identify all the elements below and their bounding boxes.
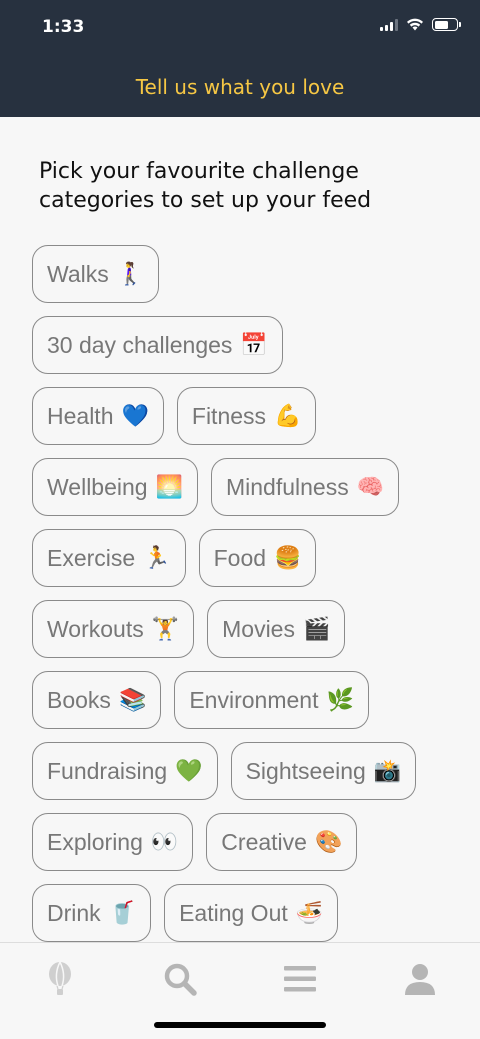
category-emoji-icon: 📸 bbox=[373, 758, 402, 783]
category-chip-sightseeing[interactable]: Sightseeing 📸 bbox=[230, 742, 417, 800]
category-chip-label: Eating Out bbox=[179, 899, 288, 926]
category-emoji-icon: 🍜 bbox=[295, 900, 324, 925]
category-chip-label: Books bbox=[47, 686, 111, 713]
home-indicator bbox=[154, 1022, 326, 1028]
tab-explore[interactable] bbox=[30, 957, 90, 1001]
category-chip-list: Walks 🚶‍♀️ 30 day challenges 📅 Health 💙 Fitnes… bbox=[32, 245, 452, 942]
chip-row: Exploring 👀 Creative 🎨 bbox=[32, 813, 452, 871]
chip-row: Fundraising 💚 Sightseeing 📸 bbox=[32, 742, 452, 800]
category-chip-label: Sightseeing bbox=[245, 757, 366, 784]
category-chip-label: Food bbox=[213, 544, 267, 571]
category-chip-drink[interactable]: Drink 🥤 bbox=[32, 884, 152, 942]
category-chip-label: Walks bbox=[47, 260, 109, 287]
category-chip-label: Fundraising bbox=[47, 757, 168, 784]
search-icon bbox=[164, 963, 197, 996]
category-emoji-icon: 💚 bbox=[175, 758, 203, 783]
chip-row: Books 📚 Environment 🌿 bbox=[32, 671, 452, 729]
tab-search[interactable] bbox=[150, 957, 210, 1001]
category-chip-mindfulness[interactable]: Mindfulness 🧠 bbox=[211, 458, 400, 516]
chip-row: Wellbeing 🌅 Mindfulness 🧠 bbox=[32, 458, 452, 516]
category-chip-label: Drink bbox=[47, 899, 101, 926]
category-emoji-icon: 🏃 bbox=[143, 545, 171, 570]
category-chip-label: Wellbeing bbox=[47, 473, 148, 500]
category-emoji-icon: 🎬 bbox=[302, 616, 331, 641]
category-chip-workouts[interactable]: Workouts 🏋️ bbox=[32, 600, 195, 658]
intro-text: Pick your favourite challenge categories… bbox=[39, 159, 372, 213]
profile-icon bbox=[405, 964, 435, 995]
category-chip-label: Workouts bbox=[47, 615, 144, 642]
status-icons bbox=[380, 18, 461, 31]
category-chip-environment[interactable]: Environment 🌿 bbox=[174, 671, 369, 729]
chip-row: Exercise 🏃 Food 🍔 bbox=[32, 529, 452, 587]
tab-profile[interactable] bbox=[390, 957, 450, 1001]
category-emoji-icon: 🚶‍♀️ bbox=[116, 261, 145, 286]
page-title: Tell us what you love bbox=[135, 75, 345, 99]
wifi-icon bbox=[407, 18, 423, 31]
category-emoji-icon: 🌅 bbox=[155, 474, 183, 499]
category-chip-label: Exercise bbox=[47, 544, 136, 571]
category-emoji-icon: 📚 bbox=[118, 687, 147, 712]
category-chip-exercise[interactable]: Exercise 🏃 bbox=[32, 529, 186, 587]
category-chip-label: Movies bbox=[222, 615, 295, 642]
battery-icon bbox=[432, 18, 461, 31]
cellular-signal-icon bbox=[380, 18, 398, 31]
category-emoji-icon: 🥤 bbox=[108, 900, 137, 925]
category-chip-wellbeing[interactable]: Wellbeing 🌅 bbox=[32, 458, 198, 516]
chip-row: Drink 🥤 Eating Out 🍜 bbox=[32, 884, 452, 942]
category-chip-label: 30 day challenges bbox=[47, 331, 233, 358]
category-emoji-icon: 💪 bbox=[274, 403, 302, 428]
category-chip-creative[interactable]: Creative 🎨 bbox=[206, 813, 358, 871]
category-chip-movies[interactable]: Movies 🎬 bbox=[207, 600, 346, 658]
category-emoji-icon: 🧠 bbox=[356, 474, 385, 499]
category-chip-label: Creative bbox=[221, 828, 307, 855]
category-emoji-icon: 🌿 bbox=[326, 687, 354, 712]
tab-feed[interactable] bbox=[270, 957, 330, 1001]
category-chip-label: Exploring bbox=[47, 828, 143, 855]
category-chip-label: Mindfulness bbox=[226, 473, 349, 500]
chip-row: Health 💙 Fitness 💪 bbox=[32, 387, 452, 445]
category-picker[interactable]: Pick your favourite challenge categories… bbox=[0, 117, 480, 943]
header-bar: 1:33 Tell us what you love bbox=[0, 0, 480, 117]
balloon-icon bbox=[49, 961, 71, 995]
menu-icon bbox=[284, 966, 316, 992]
chip-row: 30 day challenges 📅 bbox=[32, 316, 452, 374]
category-emoji-icon: 🍔 bbox=[274, 545, 302, 570]
category-chip-food[interactable]: Food 🍔 bbox=[198, 529, 317, 587]
category-emoji-icon: 👀 bbox=[150, 829, 179, 854]
category-chip-walks[interactable]: Walks 🚶‍♀️ bbox=[32, 245, 160, 303]
category-emoji-icon: 🏋️ bbox=[151, 616, 180, 641]
category-chip-eating-out[interactable]: Eating Out 🍜 bbox=[164, 884, 339, 942]
category-chip-fitness[interactable]: Fitness 💪 bbox=[176, 387, 317, 445]
category-chip-label: Environment bbox=[189, 686, 319, 713]
category-chip-books[interactable]: Books 📚 bbox=[32, 671, 162, 729]
chip-row: Workouts 🏋️ Movies 🎬 bbox=[32, 600, 452, 658]
category-emoji-icon: 🎨 bbox=[314, 829, 343, 854]
category-chip-label: Health bbox=[47, 402, 114, 429]
category-chip-health[interactable]: Health 💙 bbox=[32, 387, 164, 445]
category-emoji-icon: 💙 bbox=[121, 403, 149, 428]
category-chip-fundraising[interactable]: Fundraising 💚 bbox=[32, 742, 218, 800]
category-chip-exploring[interactable]: Exploring 👀 bbox=[32, 813, 194, 871]
status-time: 1:33 bbox=[42, 17, 85, 37]
category-chip-label: Fitness bbox=[191, 402, 267, 429]
category-emoji-icon: 📅 bbox=[240, 332, 268, 357]
category-chip-30-day-challenges[interactable]: 30 day challenges 📅 bbox=[32, 316, 283, 374]
chip-row: Walks 🚶‍♀️ bbox=[32, 245, 452, 303]
